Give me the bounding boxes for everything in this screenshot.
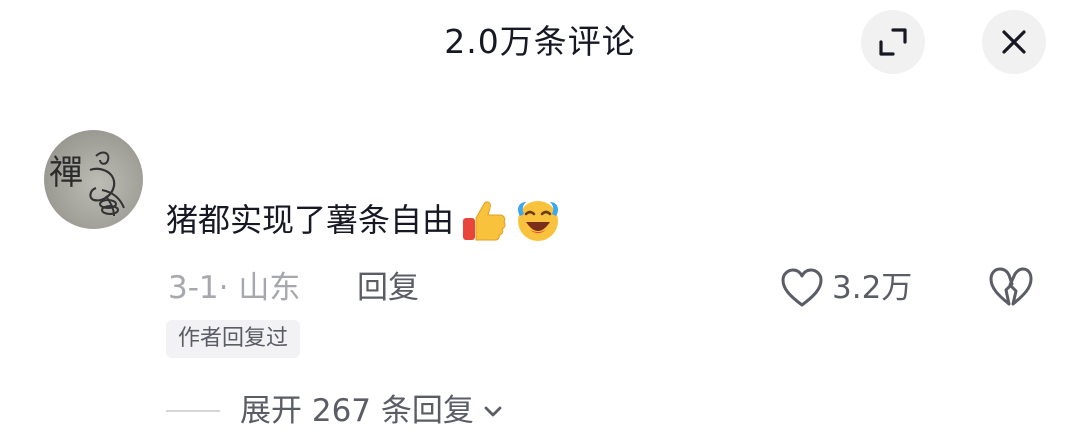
heart-icon (781, 268, 823, 307)
laughing-crying-emoji (518, 201, 559, 241)
like-count: 3.2万 (832, 270, 913, 306)
close-icon (1002, 30, 1026, 54)
like-button[interactable]: 3.2万 (780, 264, 912, 312)
author-replied-badge: 作者回复过 (166, 320, 301, 358)
divider-line (166, 410, 220, 412)
comment-text: 猪都实现了薯条自由 (166, 201, 455, 239)
chevron-down-icon (484, 406, 502, 417)
expand-replies-button[interactable]: 展开 267 条回复 (166, 388, 504, 434)
dislike-button[interactable] (988, 266, 1034, 310)
avatar[interactable]: 禪 (44, 130, 143, 229)
expand-button[interactable] (861, 10, 925, 74)
expand-icon (879, 28, 907, 56)
close-button[interactable] (982, 10, 1046, 74)
comment-text-row: 猪都实现了薯条自由 (166, 194, 562, 246)
thumbs-up-emoji (463, 201, 506, 241)
broken-heart-icon (989, 267, 1033, 306)
comment-meta: 3-1· 山东 (168, 270, 301, 306)
avatar-seal: 禪 (49, 153, 83, 193)
reply-button[interactable]: 回复 (357, 266, 419, 310)
expand-replies-label: 展开 267 条回复 (240, 393, 474, 429)
